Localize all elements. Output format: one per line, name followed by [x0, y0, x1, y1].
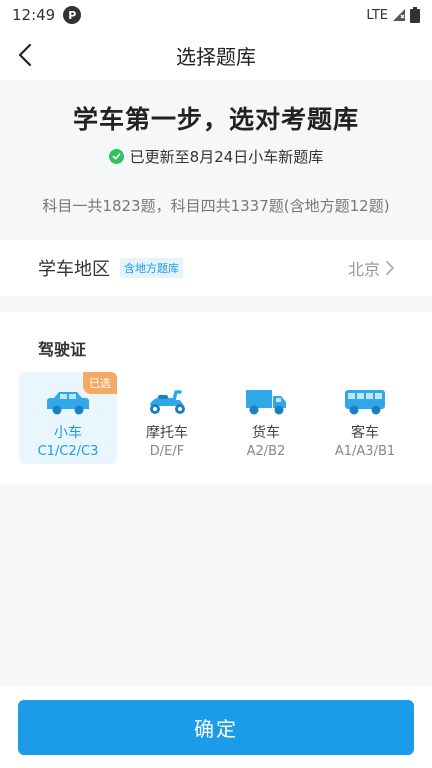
status-time: 12:49 — [12, 6, 56, 24]
battery-icon — [410, 7, 420, 23]
question-summary: 科目一共1823题，科目四共1337题(含地方题12题) — [42, 197, 390, 215]
app-notification-icon: P — [63, 6, 82, 24]
vehicle-name: 客车 — [351, 425, 379, 441]
network-label: LTE — [366, 7, 388, 23]
selected-badge: 已选 — [83, 372, 117, 394]
bus-icon — [344, 384, 386, 416]
vehicle-classes: C1/C2/C3 — [37, 444, 99, 459]
page-title: 选择题库 — [176, 44, 256, 69]
headline: 学车第一步，选对考题库 — [72, 105, 359, 134]
region-label: 学车地区 — [38, 259, 110, 280]
vehicle-name: 摩托车 — [146, 425, 188, 441]
update-status: 已更新至8月24日小车新题库 — [0, 146, 432, 167]
update-text: 已更新至8月24日小车新题库 — [129, 148, 324, 166]
confirm-button[interactable]: 确定 — [18, 700, 414, 755]
intro-section: 学车第一步，选对考题库 已更新至8月24日小车新题库 科目一共1823题，科目四… — [0, 80, 432, 230]
vehicle-option-bus[interactable]: 客车 A1/A3/B1 — [316, 372, 414, 464]
license-section: 驾驶证 已选 小车 C1/C2/C3 摩托车 D/E/F 货车 A2/B2 客车… — [0, 312, 432, 484]
chevron-right-icon — [386, 261, 394, 275]
status-bar: 12:49 P LTE — [0, 0, 432, 30]
back-arrow-icon — [18, 43, 32, 67]
vehicle-option-car[interactable]: 已选 小车 C1/C2/C3 — [19, 372, 117, 464]
vehicle-name: 小车 — [54, 425, 82, 441]
region-left: 学车地区 含地方题库 — [38, 255, 183, 281]
vehicle-classes: D/E/F — [149, 444, 185, 459]
status-left: 12:49 P — [12, 6, 82, 24]
header: 选择题库 — [0, 30, 432, 80]
back-button[interactable] — [8, 38, 42, 72]
region-value: 北京 — [347, 260, 380, 279]
local-questions-tag: 含地方题库 — [120, 258, 183, 278]
vehicle-option-motorcycle[interactable]: 摩托车 D/E/F — [118, 372, 216, 464]
region-value-group: 北京 — [348, 256, 394, 280]
truck-icon — [245, 384, 287, 416]
scooter-icon — [146, 384, 188, 416]
vehicle-classes: A2/B2 — [246, 444, 286, 459]
signal-icon — [393, 9, 405, 21]
status-right: LTE — [366, 7, 420, 23]
vehicle-option-truck[interactable]: 货车 A2/B2 — [217, 372, 315, 464]
check-icon — [108, 149, 124, 164]
license-title: 驾驶证 — [38, 340, 87, 359]
vehicle-classes: A1/A3/B1 — [334, 444, 396, 459]
vehicle-name: 货车 — [252, 425, 280, 441]
region-selector[interactable]: 学车地区 含地方题库 北京 — [0, 240, 432, 296]
footer: 确定 — [0, 686, 432, 768]
